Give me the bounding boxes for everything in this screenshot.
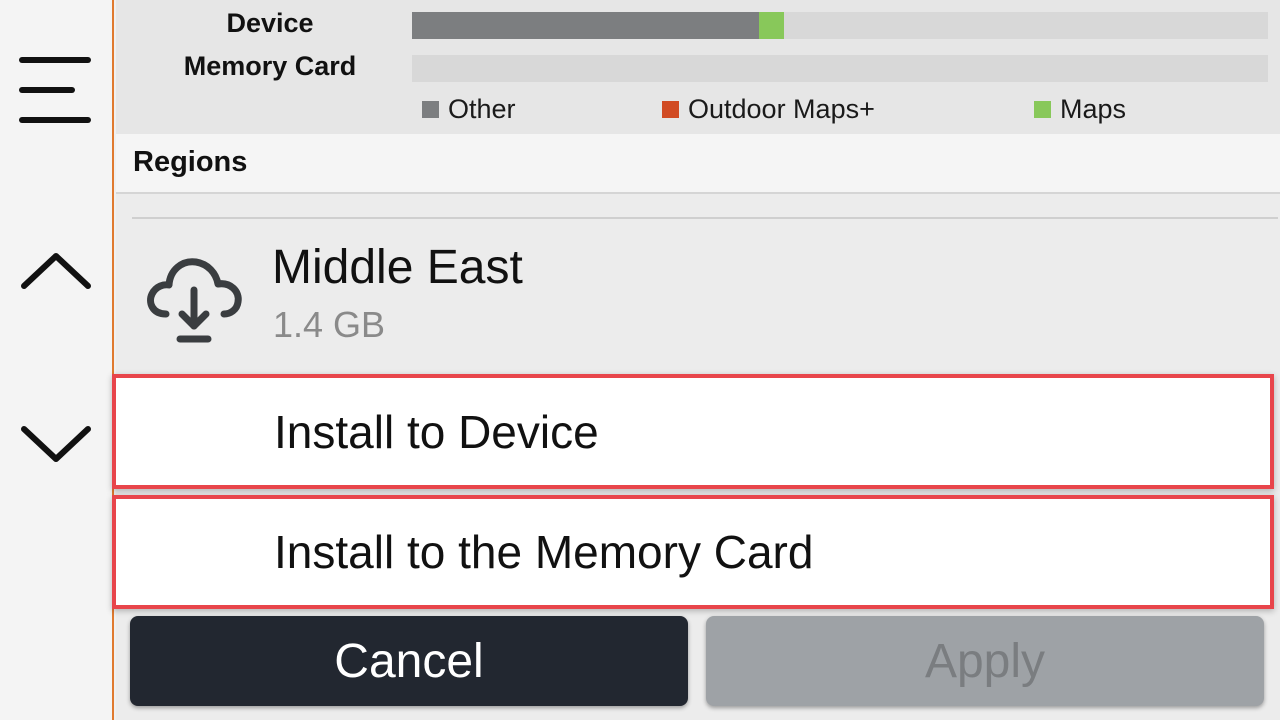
- region-item[interactable]: Middle East 1.4 GB: [116, 220, 1280, 372]
- cancel-button[interactable]: Cancel: [130, 616, 688, 706]
- legend-swatch-outdoor-maps: [662, 101, 679, 118]
- legend-label-maps: Maps: [1060, 94, 1127, 124]
- legend-label-outdoor-maps: Outdoor Maps+: [688, 94, 875, 124]
- device-storage-label: Device: [226, 8, 314, 38]
- divider: [132, 217, 1278, 219]
- legend-other: Other: [422, 94, 516, 125]
- storage-legend: Other Outdoor Maps+ Maps: [116, 94, 1280, 128]
- region-size: 1.4 GB: [273, 304, 386, 345]
- chevron-up-icon: [21, 253, 91, 289]
- legend-outdoor-maps: Outdoor Maps+: [662, 94, 875, 125]
- scroll-down-button[interactable]: [0, 390, 112, 500]
- apply-button[interactable]: Apply: [706, 616, 1264, 706]
- chevron-down-icon: [21, 426, 91, 462]
- install-to-memory-card-option[interactable]: Install to the Memory Card: [112, 495, 1274, 609]
- legend-maps: Maps: [1034, 94, 1126, 125]
- cloud-download-icon: [144, 246, 244, 346]
- legend-label-other: Other: [448, 94, 516, 124]
- menu-button[interactable]: [0, 40, 112, 140]
- regions-header: Regions: [116, 134, 1280, 194]
- install-to-device-option[interactable]: Install to Device: [112, 374, 1274, 489]
- device-storage-bar: [412, 12, 1268, 39]
- install-to-memory-card-label: Install to the Memory Card: [274, 526, 814, 578]
- legend-swatch-other: [422, 101, 439, 118]
- region-name: Middle East: [272, 241, 523, 294]
- app-root: Device Memory Card Other Outdoor Maps+ M…: [0, 0, 1280, 720]
- legend-swatch-maps: [1034, 101, 1051, 118]
- install-to-device-label: Install to Device: [274, 405, 599, 458]
- scroll-up-button[interactable]: [0, 220, 112, 320]
- memory-card-storage-bar: [412, 55, 1268, 82]
- memory-card-storage-label: Memory Card: [183, 51, 357, 81]
- menu-icon: [19, 57, 91, 123]
- storage-summary: Device Memory Card Other Outdoor Maps+ M…: [116, 0, 1280, 134]
- device-maps-segment: [758, 12, 785, 39]
- device-other-segment: [412, 12, 759, 39]
- main-panel: Device Memory Card Other Outdoor Maps+ M…: [112, 0, 1280, 720]
- side-rail: [0, 0, 114, 720]
